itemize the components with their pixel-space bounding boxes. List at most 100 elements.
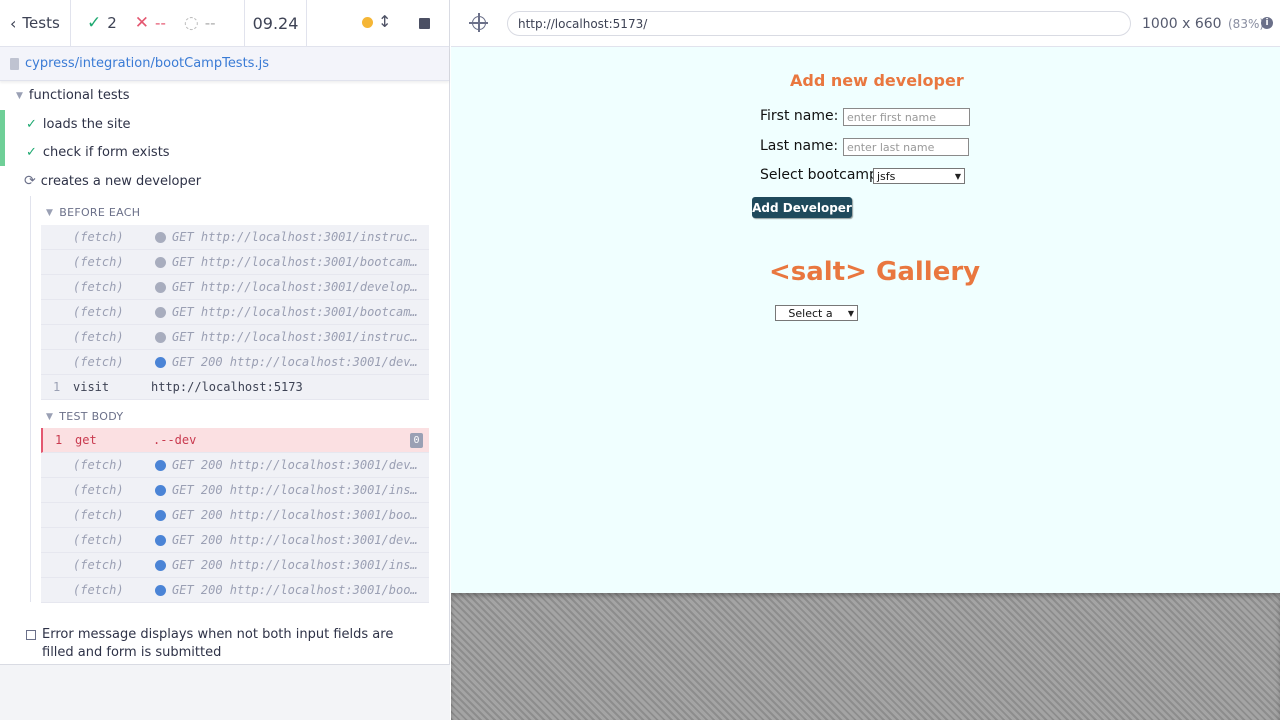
status-dot-icon: [155, 559, 166, 571]
test-title: creates a new developer: [40, 173, 202, 189]
status-dot-icon: [155, 331, 166, 343]
status-dot-icon: [155, 509, 166, 521]
status-dot-icon: [155, 281, 166, 293]
command-row[interactable]: (fetch) GET 200 http://localhost:3001/dev…: [41, 528, 429, 553]
stop-icon[interactable]: [419, 18, 430, 29]
suite-header[interactable]: ▼ functional tests: [16, 88, 129, 103]
hook-label: BEFORE EACH: [59, 206, 141, 219]
viewport-size: 1000 x 660 (83%): [1142, 16, 1264, 32]
test-body-hook[interactable]: ▼ TEST BODY: [46, 410, 123, 423]
url-bar[interactable]: http://localhost:5173/: [507, 11, 1131, 36]
command-name: (fetch): [73, 305, 124, 319]
command-message: GET 200 http://localhost:3001/dev…: [172, 458, 418, 472]
command-row[interactable]: (fetch) GET 200 http://localhost:3001/ins…: [41, 553, 429, 578]
test-title: Error message displays when not both inp…: [42, 627, 394, 660]
pending-stat[interactable]: ◌ --: [184, 13, 216, 33]
status-dot-icon: [155, 231, 166, 243]
chevron-down-icon: ▼: [847, 309, 854, 318]
chevron-left-icon: ‹: [10, 13, 17, 33]
command-row[interactable]: (fetch) GET 200 http://localhost:3001/dev…: [41, 350, 429, 375]
last-name-input[interactable]: enter last name: [843, 138, 969, 156]
command-name: (fetch): [73, 533, 124, 547]
element-count-badge: 0: [410, 433, 423, 448]
command-name: (fetch): [73, 508, 124, 522]
check-icon: ✓: [26, 117, 37, 132]
command-row[interactable]: (fetch) GET http://localhost:3001/bootcam…: [41, 250, 429, 275]
gallery-title: <salt> Gallery: [769, 257, 981, 287]
command-message: GET 200 http://localhost:3001/dev…: [172, 533, 418, 547]
pending-circle-icon: ◌: [183, 13, 199, 33]
before-each-hook[interactable]: ▼ BEFORE EACH: [46, 206, 140, 219]
refresh-spinner-icon: ⟳: [24, 173, 36, 189]
command-name: (fetch): [73, 355, 124, 369]
viewport-dimensions: 1000 x 660: [1142, 16, 1222, 32]
status-dot-icon: [155, 356, 166, 368]
status-dot-icon: [155, 584, 166, 596]
command-row[interactable]: (fetch) GET http://localhost:3001/develop…: [41, 275, 429, 300]
running-indicator-icon: [362, 17, 373, 28]
command-message: .--dev: [153, 433, 197, 447]
command-message: GET 200 http://localhost:3001/ins…: [172, 558, 418, 572]
tests-label: Tests: [22, 14, 60, 32]
check-icon: ✓: [87, 13, 102, 33]
passed-stat[interactable]: ✓ 2: [87, 13, 117, 33]
command-name: get: [75, 433, 97, 447]
reporter-controls: ↕: [307, 0, 450, 47]
pending-square-icon: [26, 630, 36, 640]
visit-command-row[interactable]: 1 visit http://localhost:5173: [41, 375, 429, 400]
reporter-footer: [0, 664, 450, 720]
command-name: (fetch): [73, 255, 124, 269]
gallery-select[interactable]: Select a ▼: [775, 305, 858, 321]
app-runner: http://localhost:5173/ 1000 x 660 (83%) …: [451, 0, 1280, 720]
bootcamp-selected-value: jsfs: [877, 169, 896, 183]
failed-stat[interactable]: ✕ --: [135, 13, 166, 33]
passed-count: 2: [107, 14, 117, 32]
command-number: 1: [53, 380, 61, 394]
command-message: GET http://localhost:3001/instruc…: [172, 230, 418, 244]
status-dot-icon: [155, 459, 166, 471]
pass-indicator: [0, 138, 5, 166]
command-row[interactable]: (fetch) GET http://localhost:3001/bootcam…: [41, 300, 429, 325]
command-row[interactable]: (fetch) GET 200 http://localhost:3001/dev…: [41, 453, 429, 478]
command-name: (fetch): [73, 583, 124, 597]
status-dot-icon: [155, 256, 166, 268]
command-message: GET http://localhost:3001/instruc…: [172, 330, 418, 344]
command-message: GET 200 http://localhost:3001/ins…: [172, 483, 418, 497]
auto-scroll-toggle-icon[interactable]: ↕: [378, 12, 391, 31]
command-name: (fetch): [73, 558, 124, 572]
viewport-background: [451, 593, 1280, 720]
spec-file-bar: cypress/integration/bootCampTests.js: [0, 47, 449, 81]
first-name-input[interactable]: enter first name: [843, 108, 970, 126]
command-row[interactable]: (fetch) GET http://localhost:3001/instruc…: [41, 225, 429, 250]
info-icon[interactable]: i: [1261, 17, 1273, 29]
status-dot-icon: [155, 534, 166, 546]
command-row[interactable]: (fetch) GET 200 http://localhost:3001/boo…: [41, 503, 429, 528]
test-item[interactable]: ✓ loads the site: [26, 117, 131, 132]
bootcamp-select[interactable]: jsfs ▼: [873, 168, 965, 184]
tests-back-button[interactable]: ‹ Tests: [0, 0, 71, 47]
collapse-triangle-icon: ▼: [16, 90, 23, 101]
viewport-scale: (83%): [1228, 17, 1265, 31]
command-name: (fetch): [73, 230, 124, 244]
command-message: GET 200 http://localhost:3001/dev…: [172, 355, 418, 369]
command-name: (fetch): [73, 458, 124, 472]
hook-label: TEST BODY: [59, 410, 124, 423]
status-dot-icon: [155, 484, 166, 496]
get-command-row[interactable]: 1 get .--dev 0: [41, 428, 429, 453]
add-developer-button[interactable]: Add Developer: [752, 197, 852, 218]
test-item[interactable]: ⟳ creates a new developer: [24, 173, 201, 189]
pending-test-item[interactable]: Error message displays when not both inp…: [26, 626, 396, 662]
bootcamp-label: Select bootcamp: [760, 167, 878, 183]
command-row[interactable]: (fetch) GET 200 http://localhost:3001/ins…: [41, 478, 429, 503]
test-title: check if form exists: [42, 145, 170, 160]
command-row[interactable]: (fetch) GET http://localhost:3001/instruc…: [41, 325, 429, 350]
application-under-test: Add new developer First name: enter firs…: [451, 47, 1280, 593]
command-row[interactable]: (fetch) GET 200 http://localhost:3001/boo…: [41, 578, 429, 603]
test-title: loads the site: [42, 117, 131, 132]
reporter-panel: ‹ Tests ✓ 2 ✕ -- ◌ -- 09.24 ↕ cypress/in…: [0, 0, 450, 720]
command-message: GET 200 http://localhost:3001/boo…: [172, 583, 418, 597]
selector-playground-crosshair-icon[interactable]: [469, 13, 488, 32]
spec-file-link[interactable]: cypress/integration/bootCampTests.js: [25, 56, 269, 71]
command-message: GET 200 http://localhost:3001/boo…: [172, 508, 418, 522]
test-item[interactable]: ✓ check if form exists: [26, 145, 170, 160]
